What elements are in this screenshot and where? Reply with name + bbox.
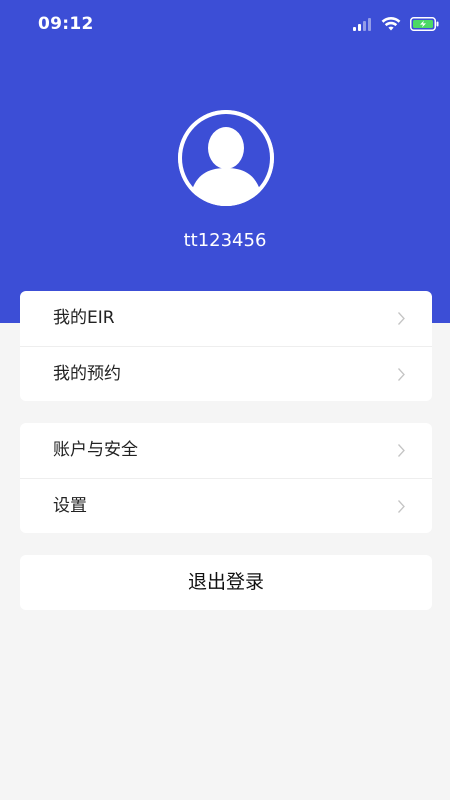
status-bar: 09:12 <box>0 0 450 50</box>
chevron-right-icon <box>398 368 405 381</box>
menu-item-account-security[interactable]: 账户与安全 <box>20 423 432 478</box>
menu-group-primary: 我的EIR 我的预约 <box>20 291 432 401</box>
menu-item-label: 设置 <box>53 496 87 516</box>
chevron-right-icon <box>398 500 405 513</box>
menu-item-label: 账户与安全 <box>53 440 138 460</box>
avatar[interactable] <box>178 110 274 206</box>
menu-item-settings[interactable]: 设置 <box>20 478 432 533</box>
menu-group-account: 账户与安全 设置 <box>20 423 432 533</box>
menu-item-my-eir[interactable]: 我的EIR <box>20 291 432 346</box>
menu-item-label: 我的预约 <box>53 364 121 384</box>
logout-button[interactable]: 退出登录 <box>20 555 432 610</box>
menu-item-label: 我的EIR <box>53 308 115 328</box>
signal-icon <box>353 18 371 31</box>
chevron-right-icon <box>398 312 405 325</box>
battery-charging-icon <box>410 17 439 31</box>
profile-screen: 09:12 tt123456 我的EIR 我的预约 账户与安全 设置 退出登录 <box>0 0 450 800</box>
username: tt123456 <box>183 230 267 251</box>
menu-item-my-appointments[interactable]: 我的预约 <box>20 346 432 401</box>
chevron-right-icon <box>398 444 405 457</box>
user-avatar-icon <box>178 110 274 206</box>
wifi-icon <box>381 16 401 31</box>
logout-card: 退出登录 <box>20 555 432 610</box>
status-time: 09:12 <box>38 14 94 34</box>
